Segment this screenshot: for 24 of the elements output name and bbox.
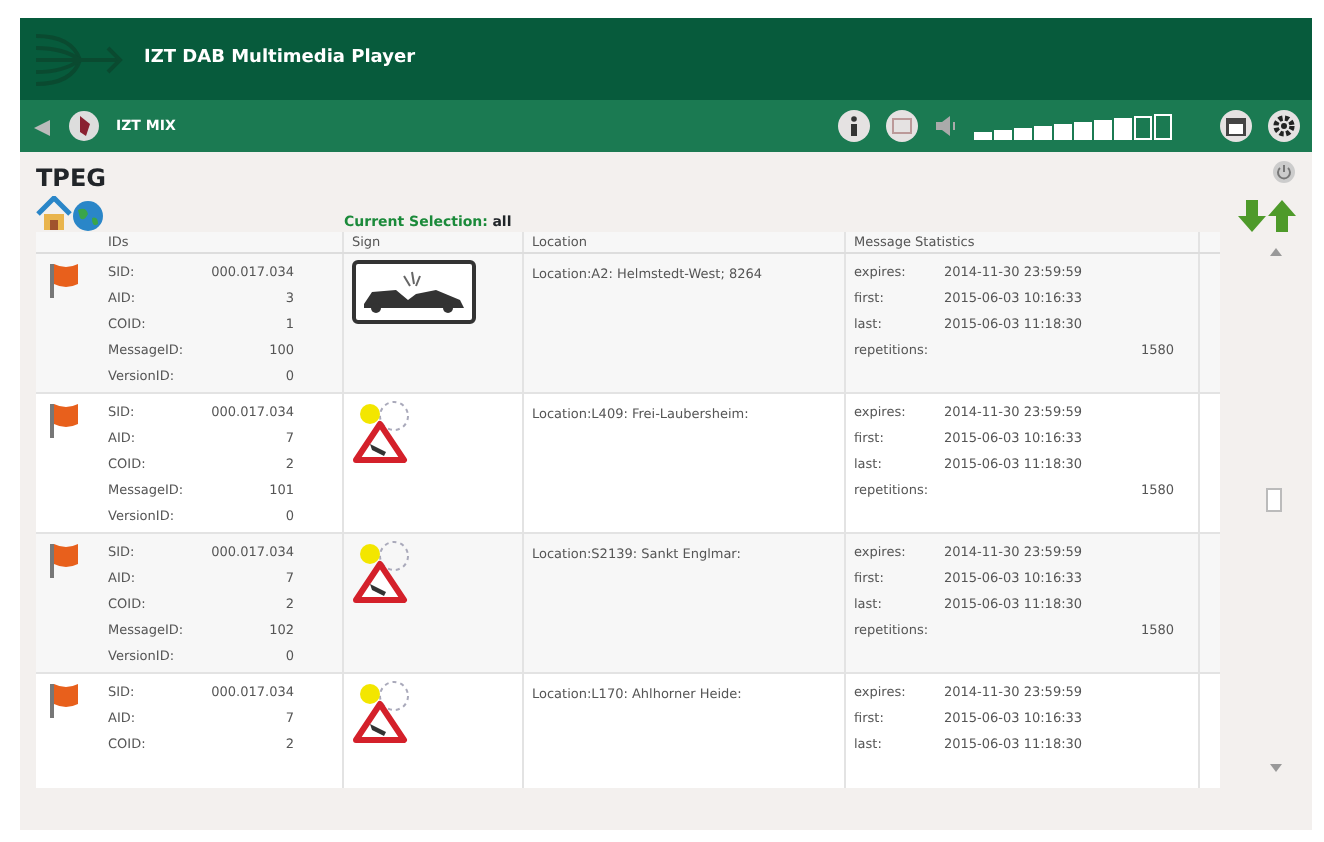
home-icon[interactable] bbox=[36, 196, 72, 232]
scrollbar-thumb[interactable] bbox=[1266, 488, 1283, 512]
down-arrow-icon[interactable] bbox=[1238, 200, 1266, 232]
volume-meter[interactable] bbox=[974, 112, 1172, 140]
image-icon[interactable] bbox=[892, 118, 912, 134]
speaker-icon bbox=[934, 116, 958, 136]
flag-icon bbox=[48, 402, 80, 438]
power-icon[interactable] bbox=[1272, 160, 1296, 184]
scroll-down-icon[interactable] bbox=[1270, 764, 1283, 772]
info-icon[interactable] bbox=[846, 116, 862, 136]
up-arrow-icon[interactable] bbox=[1268, 200, 1296, 232]
info-button[interactable] bbox=[838, 110, 870, 142]
image-button[interactable] bbox=[886, 110, 918, 142]
panel-title: TPEG bbox=[36, 162, 109, 196]
window-title: IZT DAB Multimedia Player bbox=[144, 45, 416, 72]
back-icon[interactable] bbox=[32, 117, 52, 138]
calendar-button[interactable] bbox=[1220, 110, 1252, 142]
scroll-up-icon[interactable] bbox=[1270, 248, 1283, 256]
calendar-icon[interactable] bbox=[1226, 117, 1246, 135]
flag-icon bbox=[48, 682, 80, 718]
flag-icon bbox=[48, 262, 80, 298]
station-logo-icon bbox=[68, 110, 100, 142]
globe-icon[interactable] bbox=[72, 200, 104, 232]
flag-icon bbox=[48, 542, 80, 578]
